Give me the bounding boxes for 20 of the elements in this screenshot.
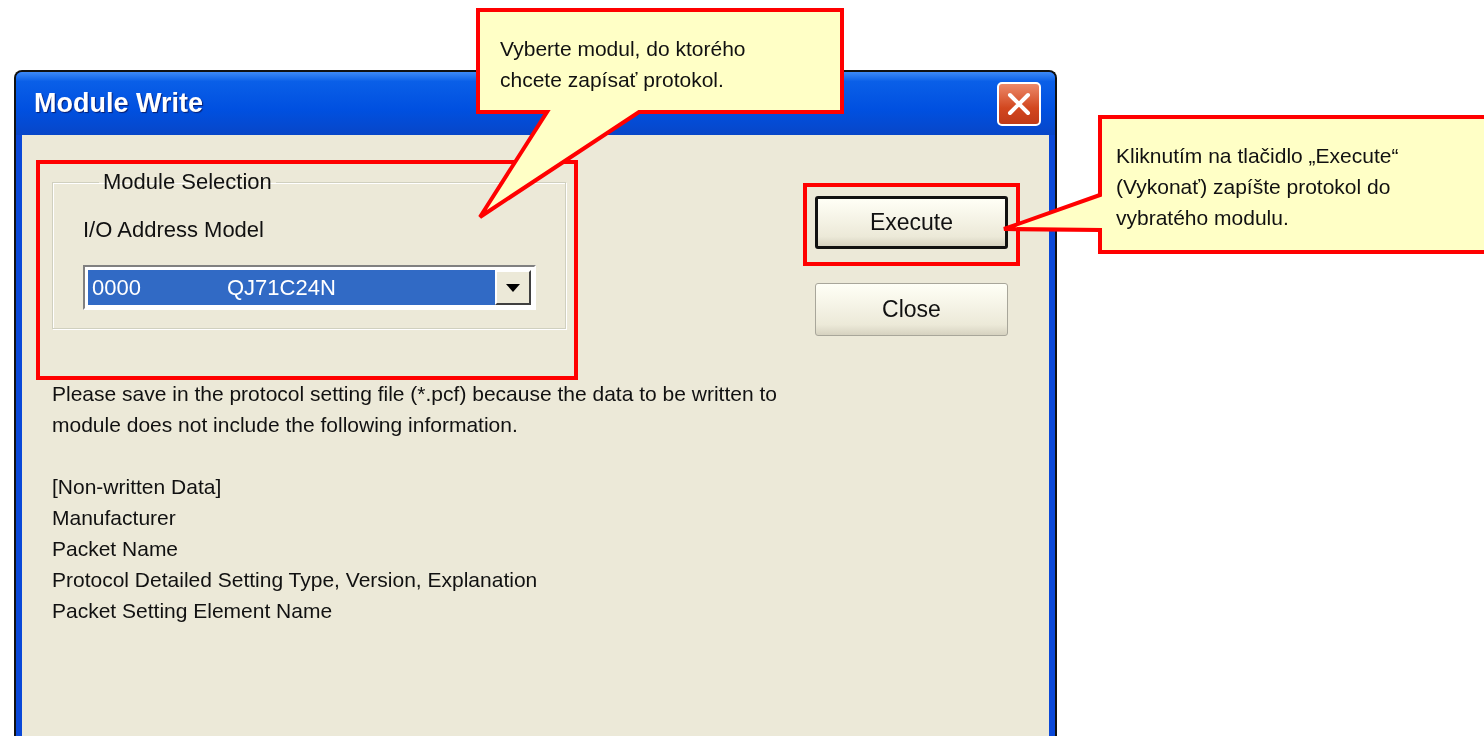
info-line: [Non-written Data] <box>52 474 223 500</box>
dialog-button[interactable]: Execute <box>815 196 1008 249</box>
close-button[interactable] <box>997 81 1041 126</box>
close-icon <box>1006 90 1032 117</box>
model-text: QJ71C24N <box>226 274 336 301</box>
callout-text: Vyberte modul, do ktorého chcete zapísať protokol. <box>500 36 746 93</box>
callout-text: Kliknutím na tlačidlo „Execute“ (Vykonať) zapíšte protokol do vybratého modulu. <box>1116 143 1399 231</box>
window-title: Module Write <box>34 88 203 119</box>
dropdown-arrow-button[interactable] <box>495 270 531 305</box>
info-line: Manufacturer <box>52 505 177 531</box>
field-label: I/O Address Model <box>83 217 265 243</box>
address-text: 0000 <box>92 274 141 301</box>
group-title: Module Selection <box>102 169 273 195</box>
info-line: Protocol Detailed Setting Type, Version, Explanation <box>52 567 539 593</box>
message-text: Please save in the protocol setting file (*.pcf) because the data to be written to module does not include the following information. <box>52 381 778 438</box>
caret-icon <box>506 283 520 292</box>
dialog-button[interactable]: Close <box>815 283 1008 336</box>
info-line: Packet Setting Element Name <box>52 598 334 624</box>
info-line: Packet Name <box>52 536 180 562</box>
module-dropdown[interactable]: 0000 QJ71C24N <box>83 265 536 310</box>
